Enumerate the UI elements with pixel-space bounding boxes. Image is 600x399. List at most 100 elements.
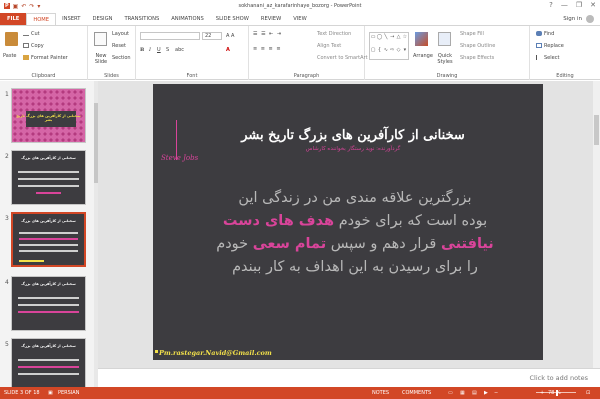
notes-placeholder[interactable]: Click to add notes bbox=[530, 374, 588, 382]
shape-effects-button[interactable]: Shape Effects bbox=[460, 55, 494, 61]
sign-in-link[interactable]: Sign in bbox=[563, 16, 582, 22]
shapes-gallery[interactable]: ▭ ◯ ╲ → △ ☆ ▢{∿ ⇨ ◇ ▾ bbox=[369, 32, 409, 60]
new-slide-button[interactable]: New Slide bbox=[90, 53, 112, 65]
select-button[interactable]: Select bbox=[536, 55, 559, 61]
font-name-select[interactable] bbox=[140, 32, 200, 40]
strikethrough-button[interactable]: abc bbox=[175, 47, 184, 53]
tab-transitions[interactable]: TRANSITIONS bbox=[118, 13, 165, 25]
underline-button[interactable]: U bbox=[157, 47, 161, 53]
font-size-select[interactable]: 22 bbox=[202, 32, 222, 40]
notes-pane[interactable]: Click to add notes bbox=[98, 368, 600, 387]
format-painter-label: Format Painter bbox=[31, 55, 68, 61]
scrollbar-thumb[interactable] bbox=[594, 115, 599, 145]
bullets-icon[interactable]: ☰ ☰ ⇤ ⇥ bbox=[253, 31, 282, 37]
thumbnail-number: 1 bbox=[5, 91, 9, 98]
thumbnail-number: 5 bbox=[5, 341, 9, 348]
tab-animations[interactable]: ANIMATIONS bbox=[165, 13, 210, 25]
slide-title[interactable]: سخنانی از کارآفرین های بزرگ تاریخ بشر bbox=[203, 128, 503, 143]
quote-highlight: تمام سعی bbox=[252, 236, 327, 252]
shape-outline-button[interactable]: Shape Outline bbox=[460, 43, 495, 49]
text-direction-button[interactable]: Text Direction bbox=[317, 31, 351, 37]
bold-button[interactable]: B bbox=[140, 47, 144, 53]
drawing-group-label: Drawing bbox=[436, 73, 458, 79]
spelling-icon[interactable]: ▣ bbox=[48, 390, 53, 396]
fit-slide-icon[interactable]: ⊡ bbox=[586, 390, 590, 396]
thumbnail-1[interactable]: 1 سخنانی از کارآفرین های بزرگ تاریخ بشر bbox=[0, 88, 96, 150]
cut-button[interactable]: Cut bbox=[23, 31, 40, 37]
tab-slide-show[interactable]: SLIDE SHOW bbox=[210, 13, 255, 25]
font-color-icon[interactable]: A bbox=[226, 47, 230, 53]
shadow-button[interactable]: S bbox=[166, 47, 169, 53]
convert-smartart-button[interactable]: Convert to SmartArt bbox=[317, 55, 368, 61]
quote-line-4: را برای رسیدن به این اهداف به کار ببندم bbox=[232, 259, 478, 275]
quote-author[interactable]: Steve Jobs bbox=[161, 154, 198, 162]
cut-label: Cut bbox=[31, 31, 40, 37]
thumbnail-text-line bbox=[19, 244, 78, 246]
copy-icon bbox=[23, 43, 29, 48]
slide-scrollbar[interactable] bbox=[593, 81, 600, 368]
thumbnail-5[interactable]: 5 سخنانی از کارآفرین های بزرگ bbox=[0, 338, 96, 387]
grow-font-icon[interactable]: A A bbox=[226, 33, 234, 39]
paste-icon bbox=[5, 32, 18, 46]
zoom-out-icon[interactable]: − bbox=[494, 390, 498, 396]
maximize-button[interactable]: ❐ bbox=[576, 1, 582, 9]
quick-styles-button[interactable]: Quick Styles bbox=[435, 53, 455, 65]
close-button[interactable]: ✕ bbox=[590, 1, 596, 9]
paragraph-group: ☰ ☰ ⇤ ⇥ ≡ ≡ ≡ ≡ Text Direction Align Tex… bbox=[249, 26, 368, 80]
select-label: Select bbox=[544, 55, 560, 61]
shape-more-icon[interactable]: ▾ bbox=[402, 46, 408, 59]
layout-button[interactable]: Layout bbox=[112, 31, 129, 37]
format-painter-button[interactable]: Format Painter bbox=[23, 55, 68, 61]
author-email[interactable]: Pm.rastegar.Navid@Gmail.com bbox=[159, 349, 272, 357]
thumbnail-4[interactable]: 4 سخنانی از کارآفرین های بزرگ bbox=[0, 276, 96, 338]
arrange-button[interactable]: Arrange bbox=[413, 53, 433, 59]
thumbnail-text-line bbox=[36, 192, 61, 194]
avatar[interactable] bbox=[586, 15, 594, 23]
find-button[interactable]: Find bbox=[536, 31, 554, 37]
thumbnail-image[interactable]: سخنانی از کارآفرین های بزرگ تاریخ بشر bbox=[11, 88, 86, 143]
zoom-level[interactable]: 78 % bbox=[548, 390, 561, 396]
thumbnail-image[interactable]: سخنانی از کارآفرین های بزرگ bbox=[11, 276, 86, 331]
quote-text[interactable]: بزرگترین علاقه مندی من در زندگی این بوده… bbox=[185, 187, 525, 279]
thumbnail-image[interactable]: سخنانی از کارآفرین های بزرگ bbox=[11, 338, 86, 387]
quote-text-segment: بوده است که برای خودم bbox=[338, 213, 488, 229]
thumbnail-3[interactable]: 3 سخنانی از کارآفرین های بزرگ bbox=[0, 212, 96, 274]
slide-thumbnail-pane: 1 سخنانی از کارآفرین های بزرگ تاریخ بشر … bbox=[0, 81, 96, 387]
section-button[interactable]: Section bbox=[112, 55, 131, 61]
tab-insert[interactable]: INSERT bbox=[56, 13, 86, 25]
notes-button[interactable]: NOTES bbox=[372, 390, 389, 396]
align-icon[interactable]: ≡ ≡ ≡ ≡ bbox=[253, 46, 282, 52]
italic-button[interactable]: I bbox=[149, 47, 151, 53]
current-slide[interactable]: سخنانی از کارآفرین های بزرگ تاریخ بشر گر… bbox=[153, 84, 543, 360]
paste-button[interactable]: Paste bbox=[3, 53, 17, 59]
replace-button[interactable]: Replace bbox=[536, 43, 564, 49]
quote-highlight: هدف های دست bbox=[222, 213, 335, 229]
thumbnail-text-line bbox=[18, 304, 79, 306]
thumbnail-2[interactable]: 2 سخنانی از کارآفرین های بزرگ bbox=[0, 150, 96, 212]
minimize-button[interactable]: — bbox=[561, 1, 568, 9]
window-controls: ? — ❐ ✕ bbox=[549, 1, 596, 9]
tab-view[interactable]: VIEW bbox=[287, 13, 313, 25]
copy-button[interactable]: Copy bbox=[23, 43, 44, 49]
clipboard-group: Paste Cut Copy Format Painter Clipboard bbox=[0, 26, 88, 80]
slide-sorter-icon[interactable]: ▦ bbox=[460, 390, 465, 396]
tab-file[interactable]: FILE bbox=[0, 13, 27, 25]
shape-fill-button[interactable]: Shape Fill bbox=[460, 31, 484, 37]
shape-star-icon[interactable]: ☆ bbox=[402, 33, 408, 46]
thumbnail-image-selected[interactable]: سخنانی از کارآفرین های بزرگ bbox=[11, 212, 86, 267]
reset-button[interactable]: Reset bbox=[112, 43, 126, 49]
reading-view-icon[interactable]: ▤ bbox=[472, 390, 477, 396]
replace-label: Replace bbox=[544, 43, 564, 49]
slide-subtitle[interactable]: گردآورنده: نوید رستگار بخواننده کارشاس bbox=[213, 146, 493, 152]
tab-home[interactable]: HOME bbox=[26, 13, 57, 25]
tab-review[interactable]: REVIEW bbox=[255, 13, 287, 25]
tab-design[interactable]: DESIGN bbox=[86, 13, 118, 25]
language-indicator[interactable]: PERSIAN bbox=[58, 390, 79, 396]
comments-button[interactable]: COMMENTS bbox=[402, 390, 431, 396]
slideshow-icon[interactable]: ▶ bbox=[484, 390, 488, 396]
zoom-in-icon[interactable]: + bbox=[540, 390, 544, 396]
align-text-button[interactable]: Align Text bbox=[317, 43, 341, 49]
normal-view-icon[interactable]: ▭ bbox=[448, 390, 453, 396]
help-button[interactable]: ? bbox=[549, 1, 553, 9]
thumbnail-image[interactable]: سخنانی از کارآفرین های بزرگ bbox=[11, 150, 86, 205]
